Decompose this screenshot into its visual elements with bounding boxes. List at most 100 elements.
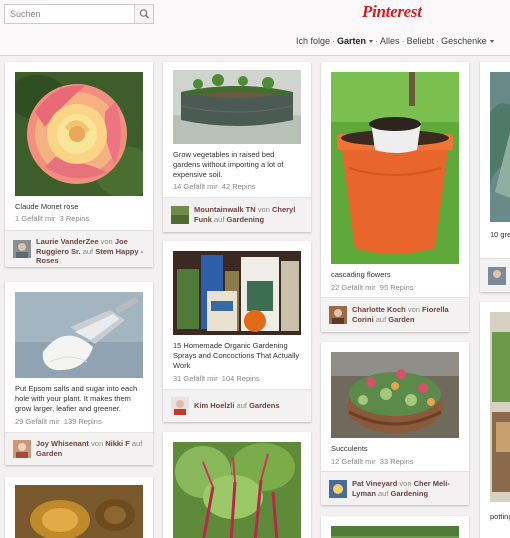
search-input[interactable] [5,5,135,23]
pin-card[interactable] [321,516,469,538]
pin-card[interactable] [5,477,153,538]
avatar[interactable] [329,480,347,498]
chevron-down-icon [369,40,374,44]
pin-attribution: Mountainwalk TN von Cheryl Funk auf Gard… [163,197,311,232]
pin-attribution: Joy Whisenant von Nikki F auf Garden [5,432,153,465]
attribution-text: Joy Whisenant von Nikki F auf Garden [36,439,149,458]
nav-beliebt[interactable]: Beliebt [407,36,435,46]
pin-card[interactable] [163,432,311,538]
pin-card[interactable]: cascading flowers 22 Gefällt mir 95 Repi… [321,62,469,332]
avatar[interactable] [171,206,189,224]
pin-image[interactable] [15,292,143,378]
like-count: 12 Gefällt mir [331,457,376,466]
pin-card[interactable]: 15 Homemade Organic Gardening Sprays and… [163,241,311,422]
pinner-name[interactable]: Joy Whisenant [36,439,89,448]
pinner-name[interactable]: Mountainwalk TN [194,205,256,214]
pin-description: 15 Homemade Organic Gardening Sprays and… [173,341,300,370]
attribution-text: Kim Hoelzli auf Gardens [194,401,307,411]
search-box [4,4,154,24]
nav-garten[interactable]: Garten [337,36,374,46]
pin-card[interactable]: Succulents 12 Gefällt mir 33 Repins Pat … [321,342,469,505]
nav-ich-folge[interactable]: Ich folge [296,36,330,46]
pin-stats: 1 Gefällt mir 3 Repins [15,214,89,223]
pinner-name[interactable]: Charlotte Koch [352,305,406,314]
nav-separator: · [436,36,440,46]
pin-image[interactable] [173,251,301,335]
pin-attribution: Laurie VanderZee von Joe Ruggiero Sr. au… [5,230,153,267]
attribution-von: von [399,479,412,488]
pin-card[interactable]: 10 gre [480,62,510,292]
pinner-name[interactable]: Laurie VanderZee [36,237,99,246]
pin-image[interactable] [490,72,510,222]
pin-description: cascading flowers [331,270,391,279]
pin-description: Succulents [331,444,368,453]
nav-separator: · [401,36,405,46]
nav-geschenke-label: Geschenke [441,36,487,46]
avatar[interactable] [13,440,31,458]
pin-image[interactable] [173,70,301,144]
attribution-auf: auf [82,246,94,256]
attribution-auf: auf [378,488,389,498]
board-name[interactable]: Gardening [391,489,429,498]
attribution-auf: auf [236,401,247,410]
chevron-down-icon [489,40,494,44]
pin-description: potting [490,512,510,521]
repin-count: 104 Repins [221,374,260,383]
pinner-name[interactable]: Kim Hoelzli [194,401,234,410]
board-name[interactable]: Garden [36,449,62,458]
nav-separator: · [375,36,379,46]
avatar[interactable] [13,240,31,258]
like-count: 14 Gefällt mir [173,182,218,191]
pin-stats: 31 Gefällt mir 104 Repins [173,374,260,383]
pin-image[interactable] [331,526,459,538]
board-name[interactable]: Garden [388,315,414,324]
search-icon [139,9,149,19]
pin-image[interactable] [490,312,510,502]
attribution-von: von [257,205,270,214]
pin-image[interactable] [331,352,459,438]
repin-count: 42 Repins [221,182,256,191]
attribution-auf: auf [214,214,225,224]
pin-image[interactable] [15,72,143,196]
like-count: 22 Gefällt mir [331,283,376,292]
pin-attribution: Pat Vineyard von Cher Meli-Lyman auf Gar… [321,471,469,505]
repin-count: 139 Repins [63,417,102,426]
pin-attribution [480,258,510,292]
like-count: 1 Gefällt mir [15,214,56,223]
pin-attribution: Kim Hoelzli auf Gardens [163,389,311,422]
pin-description: Put Epsom salts and sugar into each hole… [15,384,138,413]
pin-card[interactable]: Put Epsom salts and sugar into each hole… [5,282,153,465]
category-nav: Ich folge · Garten · Alles · Beliebt · Geschenke [296,36,494,46]
pin-card[interactable]: Claude Monet rose 1 Gefällt mir 3 Repins… [5,62,153,267]
avatar[interactable] [329,306,347,324]
attribution-von: von [100,237,113,246]
pin-card[interactable]: Grow vegetables in raised bed gardens wi… [163,62,311,232]
board-name[interactable]: Gardens [249,401,279,410]
attribution-text: Laurie VanderZee von Joe Ruggiero Sr. au… [36,237,149,266]
avatar[interactable] [488,267,506,285]
pin-image[interactable] [15,485,143,538]
nav-geschenke[interactable]: Geschenke [441,36,494,46]
avatar[interactable] [171,397,189,415]
repin-count: 33 Repins [379,457,414,466]
pin-stats: 29 Gefällt mir 139 Repins [15,417,102,426]
search-button[interactable] [134,5,153,23]
via-name[interactable]: Nikki F [105,439,130,448]
pinterest-logo[interactable]: Pinterest [362,2,422,22]
pin-card[interactable]: potting [480,302,510,538]
pin-description: Claude Monet rose [15,202,79,211]
pin-image[interactable] [173,442,301,538]
attribution-auf: auf [131,439,143,448]
top-bar: Pinterest Ich folge·Garten·Alles·Beliebt… [0,0,510,56]
repin-count: 3 Repins [59,214,90,223]
board-name[interactable]: Gardening [227,215,265,224]
attribution-text: Pat Vineyard von Cher Meli-Lyman auf Gar… [352,479,465,498]
nav-garten-label: Garten [337,36,367,46]
attribution-von: von [91,439,104,448]
pin-stats: 12 Gefällt mir 33 Repins [331,457,414,466]
pin-description: 10 gre [490,230,510,239]
pin-image[interactable] [331,72,459,264]
pinner-name[interactable]: Pat Vineyard [352,479,397,488]
pin-attribution: Charlotte Koch von Fiorella Corini auf G… [321,297,469,332]
nav-alles[interactable]: Alles [380,36,400,46]
